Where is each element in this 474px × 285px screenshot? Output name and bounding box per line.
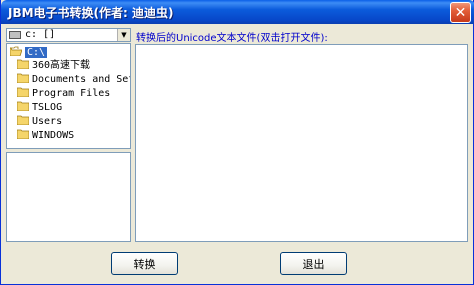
tree-item-label: WINDOWS (32, 130, 75, 141)
tree-item-360[interactable]: 360高速下载 (17, 59, 90, 72)
directory-tree[interactable]: C:\ 360高速下载 Documents and Setti Program … (6, 43, 131, 149)
folder-icon (17, 59, 29, 69)
app-window: JBM电子书转换(作者: 迪迪虫) ✕ c: [] ▼ C:\ 360高速下载 … (0, 0, 474, 285)
tree-item-label: C:\ (25, 47, 48, 58)
folder-icon (17, 101, 29, 111)
tree-item-label: 360高速下载 (32, 60, 91, 71)
tree-item-documents[interactable]: Documents and Setti (17, 73, 130, 86)
tree-item-label: Program Files (32, 88, 111, 99)
exit-button[interactable]: 退出 (280, 252, 347, 275)
output-label: 转换后的Unicode文本文件(双击打开文件): (136, 33, 328, 44)
folder-icon (17, 129, 29, 139)
open-folder-icon (10, 46, 22, 56)
folder-icon (17, 73, 29, 83)
output-file-list[interactable] (135, 44, 468, 242)
tree-item-label: Documents and Setti (32, 74, 130, 85)
drive-select-value: c: [] (25, 29, 56, 40)
folder-icon (17, 115, 29, 125)
tree-item-users[interactable]: Users (17, 115, 62, 128)
tree-item-windows[interactable]: WINDOWS (17, 129, 74, 142)
tree-item-tslog[interactable]: TSLOG (17, 101, 62, 114)
tree-item-label: TSLOG (32, 102, 63, 113)
close-icon: ✕ (454, 4, 467, 21)
convert-button[interactable]: 转换 (111, 252, 178, 275)
folder-icon (17, 87, 29, 97)
window-title: JBM电子书转换(作者: 迪迪虫) (8, 6, 174, 20)
title-bar[interactable]: JBM电子书转换(作者: 迪迪虫) ✕ (1, 0, 474, 24)
file-list[interactable] (6, 152, 131, 242)
drive-icon (9, 31, 21, 39)
close-button[interactable]: ✕ (450, 2, 471, 23)
tree-item-program-files[interactable]: Program Files (17, 87, 110, 100)
chevron-down-icon[interactable]: ▼ (117, 29, 130, 41)
drive-select[interactable]: c: [] ▼ (6, 28, 131, 42)
tree-item-c-root[interactable]: C:\ (10, 46, 48, 59)
tree-item-label: Users (32, 116, 63, 127)
